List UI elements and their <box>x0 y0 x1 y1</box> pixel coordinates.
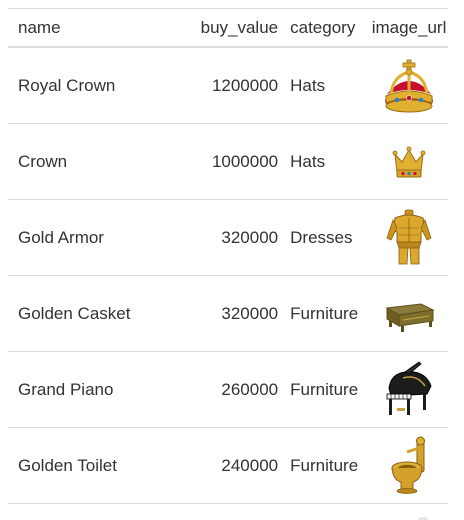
cell-name: Royal Crown <box>8 47 184 124</box>
gold-armor-icon <box>381 208 437 268</box>
cell-category: Furniture <box>278 351 365 428</box>
table-body: Royal Crown 1200000 Hats Crown 1000000 H… <box>8 47 448 504</box>
table-row: Royal Crown 1200000 Hats <box>8 47 448 124</box>
table-row: Crown 1000000 Hats <box>8 123 448 200</box>
items-table-container: name buy_value category image_url Royal … <box>8 8 448 504</box>
cell-image <box>364 351 448 428</box>
table-row: Gold Armor 320000 Dresses <box>8 199 448 276</box>
header-image-url[interactable]: image_url <box>364 9 448 48</box>
cell-image <box>364 427 448 504</box>
royal-crown-icon <box>381 56 437 116</box>
cell-image <box>364 123 448 200</box>
cell-image <box>364 199 448 276</box>
table-row: Grand Piano 260000 Furniture <box>8 351 448 428</box>
table-row: Golden Casket 320000 Furniture <box>8 275 448 352</box>
cell-buy-value: 1000000 <box>184 123 279 200</box>
cell-buy-value: 1200000 <box>184 47 279 124</box>
grand-piano-icon <box>381 360 437 420</box>
cell-image <box>364 47 448 124</box>
table-row: Golden Toilet 240000 Furniture <box>8 427 448 504</box>
header-name[interactable]: name <box>8 9 184 48</box>
header-buy-value[interactable]: buy_value <box>184 9 279 48</box>
cell-category: Dresses <box>278 199 365 276</box>
cell-buy-value: 320000 <box>184 275 279 352</box>
cell-category: Furniture <box>278 275 365 352</box>
cell-category: Furniture <box>278 427 365 504</box>
cell-category: Hats <box>278 47 365 124</box>
table-header: name buy_value category image_url <box>8 8 448 48</box>
golden-toilet-icon <box>381 436 437 496</box>
cell-name: Golden Toilet <box>8 427 184 504</box>
golden-casket-icon <box>381 284 437 344</box>
header-category[interactable]: category <box>278 9 364 48</box>
items-table: name buy_value category image_url Royal … <box>8 8 448 504</box>
header-row: name buy_value category image_url <box>8 8 448 48</box>
cell-buy-value: 240000 <box>184 427 279 504</box>
cell-category: Hats <box>278 123 365 200</box>
cell-image <box>364 275 448 352</box>
cell-name: Grand Piano <box>8 351 184 428</box>
cell-name: Gold Armor <box>8 199 184 276</box>
cell-buy-value: 260000 <box>184 351 279 428</box>
cell-name: Crown <box>8 123 184 200</box>
cell-buy-value: 320000 <box>184 199 279 276</box>
cell-name: Golden Casket <box>8 275 184 352</box>
crown-icon <box>381 132 437 192</box>
